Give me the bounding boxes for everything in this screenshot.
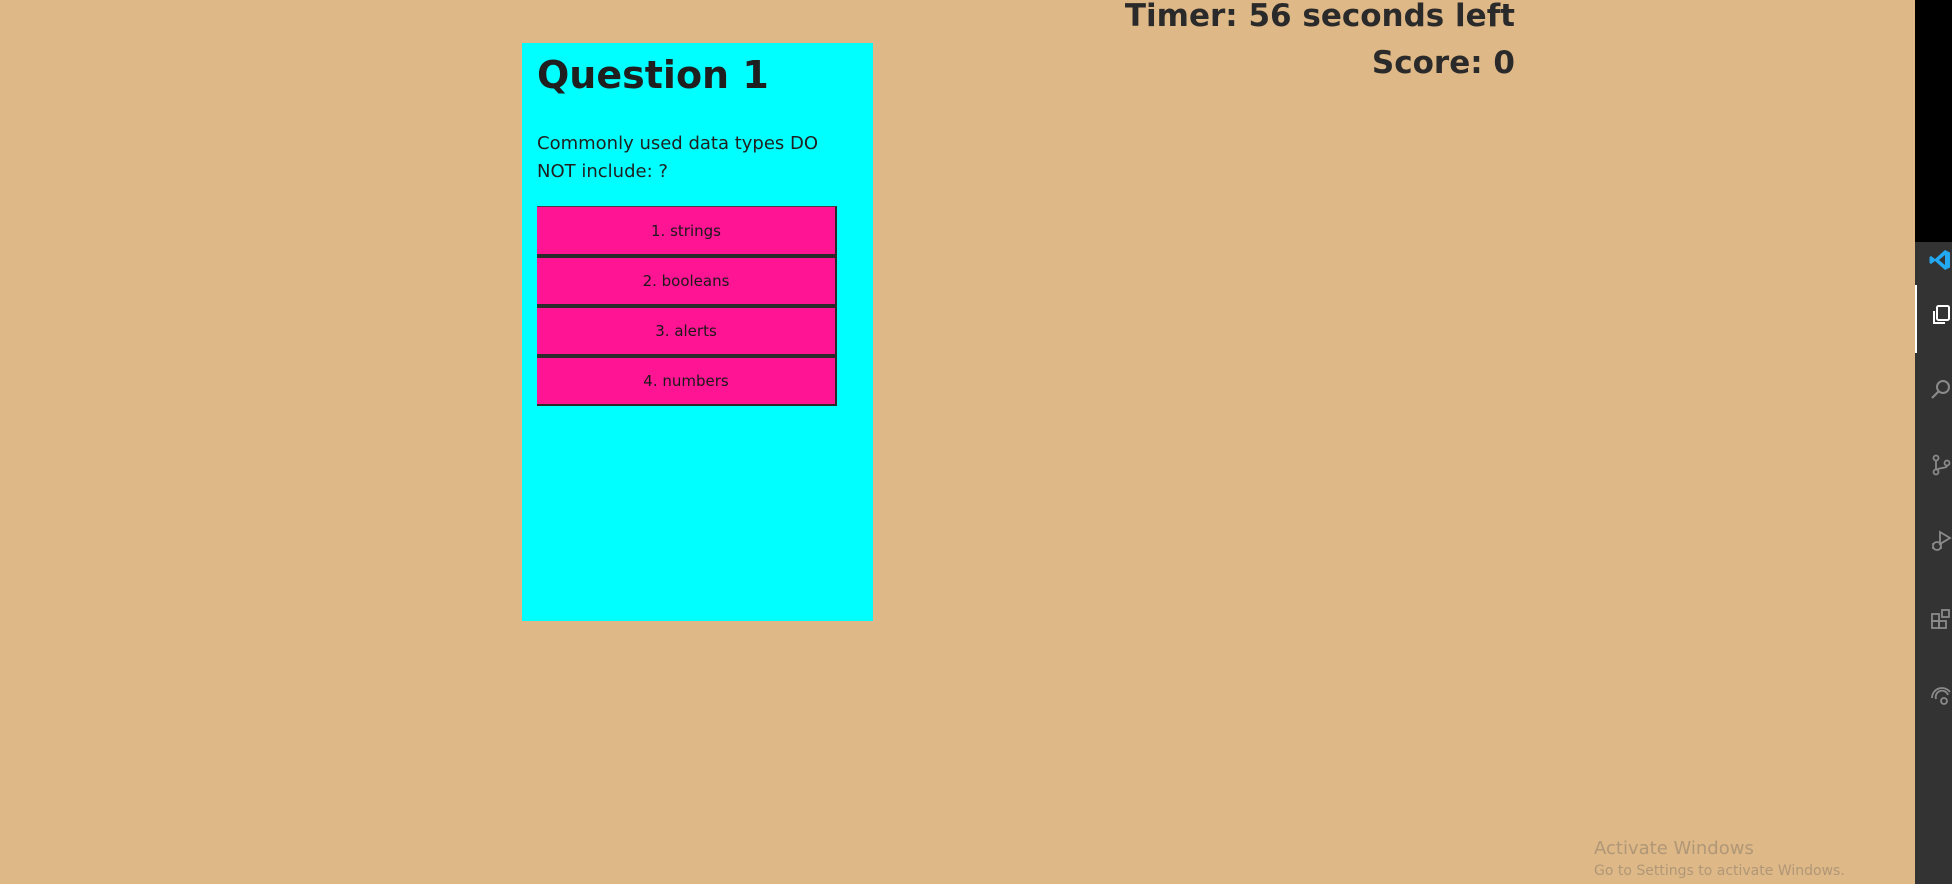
vscode-logo-icon xyxy=(1929,250,1950,270)
answer-button-numbers[interactable]: 4. numbers xyxy=(537,356,837,406)
answer-button-booleans[interactable]: 2. booleans xyxy=(537,256,837,306)
search-icon[interactable] xyxy=(1930,378,1952,400)
active-indicator xyxy=(1915,285,1917,353)
score-text: Score: 0 xyxy=(1371,45,1515,81)
activate-windows-title: Activate Windows xyxy=(1594,838,1754,859)
quiz-card: Question 1 Commonly used data types DO N… xyxy=(522,43,873,621)
window-edge xyxy=(1915,0,1952,242)
vscode-activity-bar xyxy=(1915,242,1952,884)
remote-explorer-icon[interactable] xyxy=(1930,684,1952,706)
run-debug-icon[interactable] xyxy=(1930,530,1952,552)
source-control-icon[interactable] xyxy=(1930,454,1952,476)
question-text: Commonly used data types DO NOT include:… xyxy=(537,133,819,182)
timer-text: Timer: 56 seconds left xyxy=(1124,0,1515,34)
answer-button-alerts[interactable]: 3. alerts xyxy=(537,306,837,356)
activate-windows-subtitle: Go to Settings to activate Windows. xyxy=(1594,863,1845,879)
extensions-icon[interactable] xyxy=(1930,608,1952,630)
answer-list: 1. strings 2. booleans 3. alerts 4. numb… xyxy=(537,206,837,406)
question-title: Question 1 xyxy=(537,53,769,97)
explorer-icon[interactable] xyxy=(1930,304,1952,326)
answer-button-strings[interactable]: 1. strings xyxy=(537,206,837,256)
